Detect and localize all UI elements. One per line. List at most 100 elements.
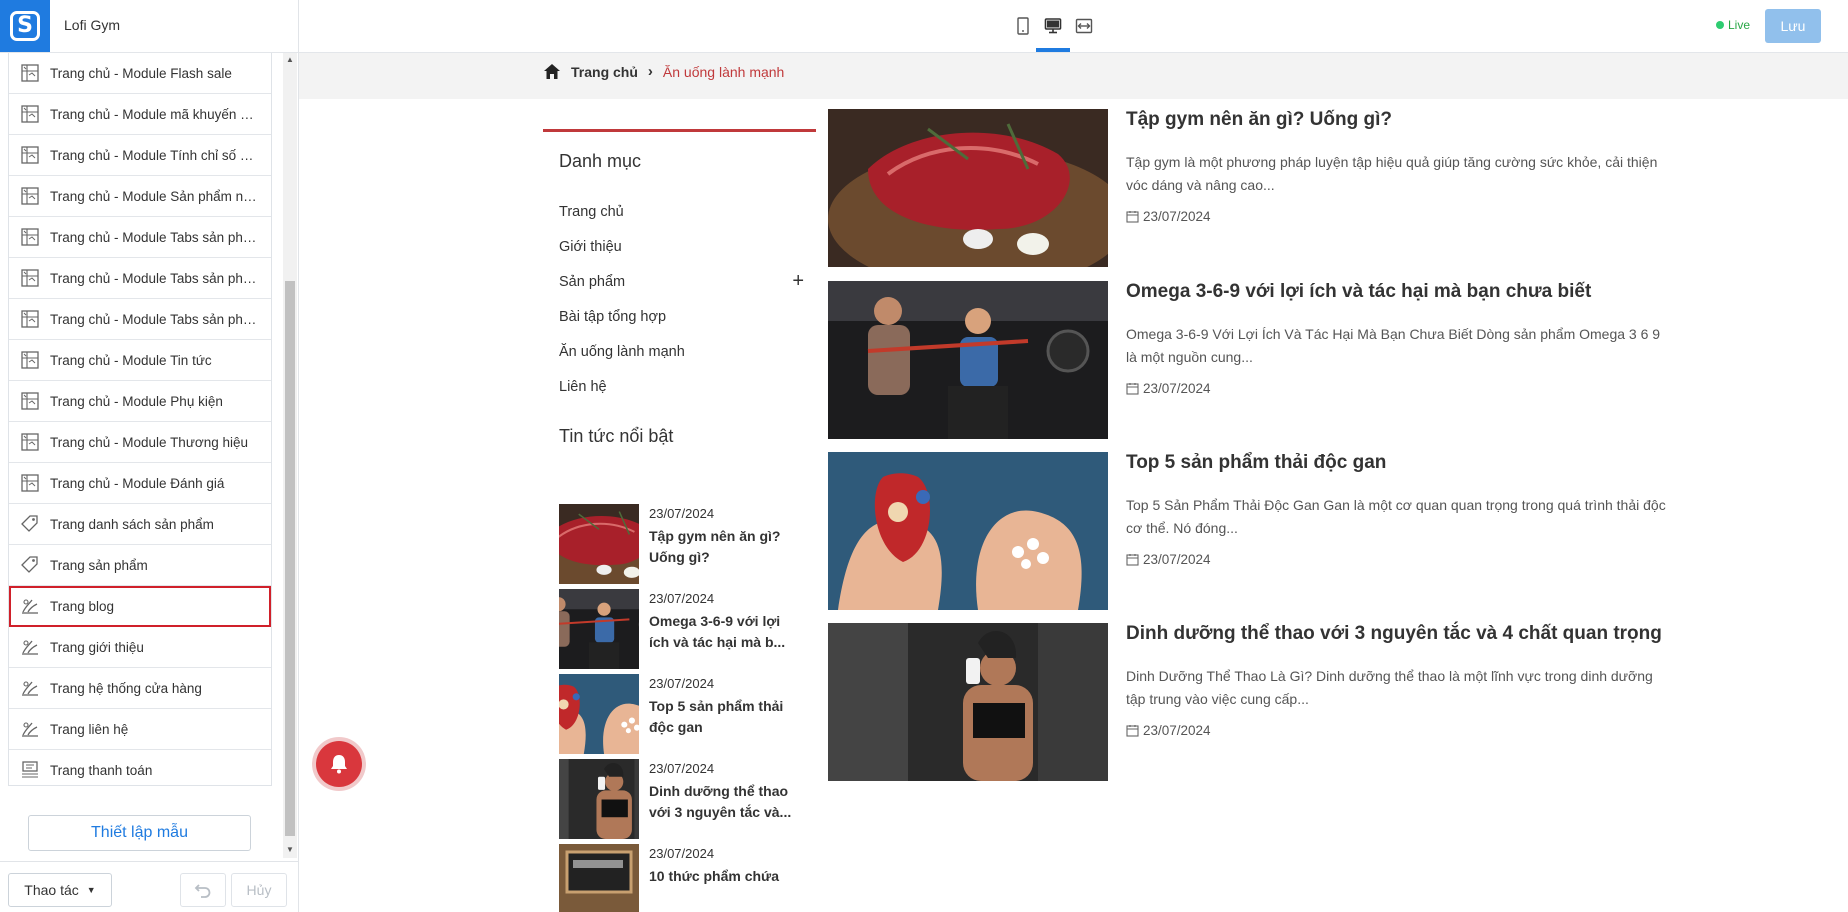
blog-icon xyxy=(19,595,41,617)
checkout-icon xyxy=(19,759,41,781)
sidebar-item[interactable]: Trang sản phẩm xyxy=(9,545,271,586)
save-button[interactable]: Lưu xyxy=(1765,9,1821,43)
breadcrumb-home[interactable]: Trang chủ xyxy=(571,64,638,80)
article-title[interactable]: Dinh dưỡng thể thao với 3 nguyên tắc và … xyxy=(1126,623,1662,645)
scroll-thumb[interactable] xyxy=(285,281,295,836)
breadcrumb-current: Ăn uống lành mạnh xyxy=(662,63,785,80)
sidebar-scrollbar[interactable]: ▲ ▼ xyxy=(283,53,297,858)
category-item[interactable]: Sản phẩm + xyxy=(559,264,816,299)
sidebar-item[interactable]: Trang chủ - Module Đánh giá xyxy=(9,463,271,504)
sidebar-item[interactable]: Trang danh sách sản phẩm xyxy=(9,504,271,545)
home-icon[interactable] xyxy=(543,63,561,80)
sidebar-item[interactable]: Trang chủ - Module Phụ kiện xyxy=(9,381,271,422)
hot-news-title[interactable]: Omega 3-6-9 với lợi ích và tác hại mà b.… xyxy=(649,611,794,653)
sidebar-item[interactable]: Trang chủ - Module Sản phẩm nổi bật xyxy=(9,176,271,217)
article-card: Top 5 sản phẩm thải độc gan Top 5 Sản Phẩ… xyxy=(828,452,1688,612)
article-image[interactable] xyxy=(828,623,1108,781)
app-logo[interactable]: S xyxy=(0,0,50,52)
sidebar-item-label: Trang chủ - Module Đánh giá xyxy=(50,475,225,491)
sidebar-item[interactable]: Trang chủ - Module Flash sale xyxy=(9,53,271,94)
blog-icon xyxy=(19,718,41,740)
hot-news-date: 23/07/2024 xyxy=(649,676,715,691)
sidebar-item[interactable]: Trang giới thiệu xyxy=(9,627,271,668)
live-label: Live xyxy=(1728,18,1751,32)
top-bar: S Lofi Gym Live Lưu xyxy=(0,0,1848,53)
hot-news-thumbnail[interactable] xyxy=(559,759,639,839)
sidebar-item-label: Trang chủ - Module Tabs sản phẩm xyxy=(50,229,260,245)
hot-news-thumbnail[interactable] xyxy=(559,504,639,584)
article-date-text: 23/07/2024 xyxy=(1143,552,1211,567)
setup-template-button[interactable]: Thiết lập mẫu xyxy=(28,815,251,851)
sidebar-item-label: Trang chủ - Module Sản phẩm nổi bật xyxy=(50,188,260,204)
hot-news-thumbnail[interactable] xyxy=(559,844,639,912)
sidebar-item[interactable]: Trang chủ - Module Thương hiệu xyxy=(9,422,271,463)
sidebar-item[interactable]: Trang blog xyxy=(9,586,271,627)
sidebar-item-label: Trang chủ - Module Thương hiệu xyxy=(50,434,248,450)
notification-button[interactable] xyxy=(316,741,362,787)
hot-news-thumbnail[interactable] xyxy=(559,589,639,669)
category-item[interactable]: Trang chủ xyxy=(559,194,816,229)
live-dot-icon xyxy=(1716,21,1724,29)
article-title[interactable]: Omega 3-6-9 với lợi ích và tác hại mà bạ… xyxy=(1126,281,1591,303)
template-list[interactable]: Trang chủ - Module Flash sale Trang chủ -… xyxy=(8,53,272,786)
category-item-label: Liên hệ xyxy=(559,378,607,395)
sidebar-item[interactable]: Trang chủ - Module Tính chỉ số BMI xyxy=(9,135,271,176)
category-item[interactable]: Bài tập tổng hợp xyxy=(559,299,816,334)
sidebar-item[interactable]: Trang hệ thống cửa hàng xyxy=(9,668,271,709)
article-image[interactable] xyxy=(828,109,1108,267)
layout-icon xyxy=(19,226,41,248)
category-list: Trang chủ Giới thiệu Sản phẩm + Bài tập tổng… xyxy=(559,194,816,404)
hot-news-thumbnail[interactable] xyxy=(559,674,639,754)
hot-news-item[interactable]: 23/07/2024 Dinh dưỡng thể thao với 3 nguy… xyxy=(559,759,799,839)
sidebar-item[interactable]: Trang chủ - Module Tabs sản phẩm xyxy=(9,299,271,340)
category-item-label: Sản phẩm xyxy=(559,273,626,290)
hot-news-item[interactable]: 23/07/2024 Top 5 sản phẩm thải độc gan xyxy=(559,674,799,754)
hot-news-title[interactable]: Top 5 sản phẩm thải độc gan xyxy=(649,696,794,738)
sidebar-item[interactable]: Trang chủ - Module mã khuyến mãi xyxy=(9,94,271,135)
sidebar-item-label: Trang chủ - Module Tabs sản phẩm xyxy=(50,311,260,327)
hot-news-item[interactable]: 23/07/2024 10 thức phẩm chứa xyxy=(559,844,799,912)
article-summary: Dinh Dưỡng Thể Thao Là Gì? Dinh dưỡng th… xyxy=(1126,668,1653,707)
sidebar-item[interactable]: Trang chủ - Module Tin tức xyxy=(9,340,271,381)
sidebar-item-label: Trang hệ thống cửa hàng xyxy=(50,680,202,696)
mobile-view-button[interactable] xyxy=(1010,14,1036,38)
plus-icon[interactable]: + xyxy=(792,270,804,293)
article-title[interactable]: Top 5 sản phẩm thải độc gan xyxy=(1126,452,1386,474)
breadcrumb: Trang chủ › Ăn uống lành mạnh xyxy=(299,53,1848,99)
hot-news-item[interactable]: 23/07/2024 Omega 3-6-9 với lợi ích và tác… xyxy=(559,589,799,669)
article-card: Dinh dưỡng thể thao với 3 nguyên tắc và … xyxy=(828,623,1688,783)
hot-news-title: Tin tức nổi bật xyxy=(559,426,674,446)
category-item-label: Giới thiệu xyxy=(559,238,622,255)
hot-news-item[interactable]: 23/07/2024 Tập gym nên ăn gì? Uống gì? xyxy=(559,504,799,584)
category-item[interactable]: Ăn uống lành mạnh xyxy=(559,334,816,369)
article-image[interactable] xyxy=(828,452,1108,610)
sidebar-item[interactable]: Trang chủ - Module Tabs sản phẩm xyxy=(9,217,271,258)
article-image[interactable] xyxy=(828,281,1108,439)
cancel-button[interactable]: Hủy xyxy=(231,873,287,907)
logo-letter: S xyxy=(10,11,40,41)
site-name: Lofi Gym xyxy=(64,17,121,33)
sidebar-item[interactable]: Trang thanh toán xyxy=(9,750,271,785)
actions-dropdown[interactable]: Thao tác ▼ xyxy=(8,873,112,907)
category-item-label: Ăn uống lành mạnh xyxy=(559,343,685,360)
hot-news-title[interactable]: Tập gym nên ăn gì? Uống gì? xyxy=(649,526,794,568)
hot-news-title[interactable]: 10 thức phẩm chứa xyxy=(649,866,794,887)
undo-button[interactable] xyxy=(180,873,226,907)
scroll-up-icon[interactable]: ▲ xyxy=(283,53,297,67)
fullwidth-view-button[interactable] xyxy=(1071,14,1097,38)
sidebar-item-label: Trang chủ - Module mã khuyến mãi xyxy=(50,106,260,122)
scroll-down-icon[interactable]: ▼ xyxy=(283,843,297,857)
sidebar-item[interactable]: Trang chủ - Module Tabs sản phẩm xyxy=(9,258,271,299)
desktop-view-button[interactable] xyxy=(1040,14,1066,38)
category-item-label: Trang chủ xyxy=(559,203,624,220)
category-title: Danh mục xyxy=(559,151,642,171)
sidebar-item-label: Trang chủ - Module Phụ kiện xyxy=(50,393,223,409)
sidebar-item-label: Trang chủ - Module Tabs sản phẩm xyxy=(50,270,260,286)
hot-news-title[interactable]: Dinh dưỡng thể thao với 3 nguyên tắc và.… xyxy=(649,781,794,823)
article-date-text: 23/07/2024 xyxy=(1143,209,1211,224)
category-item[interactable]: Liên hệ xyxy=(559,369,816,404)
fullwidth-icon xyxy=(1075,18,1093,34)
article-title[interactable]: Tập gym nên ăn gì? Uống gì? xyxy=(1126,109,1392,131)
category-item[interactable]: Giới thiệu xyxy=(559,229,816,264)
sidebar-item[interactable]: Trang liên hệ xyxy=(9,709,271,750)
